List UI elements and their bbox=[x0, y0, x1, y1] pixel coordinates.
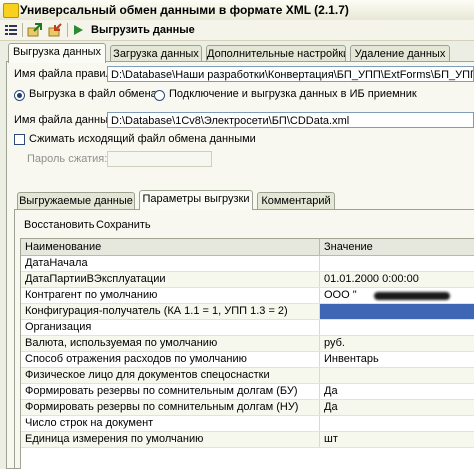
param-name-cell[interactable]: Валюта, используемая по умолчанию bbox=[21, 336, 320, 351]
table-row[interactable]: ДатаНачала bbox=[21, 256, 474, 272]
redacted-value bbox=[374, 292, 450, 300]
param-name-cell[interactable]: ДатаНачала bbox=[21, 256, 320, 271]
param-value-cell[interactable] bbox=[320, 320, 474, 335]
radio-export-to-file[interactable] bbox=[14, 90, 25, 101]
tab-export[interactable]: Выгрузка данных bbox=[8, 43, 106, 63]
compress-checkbox[interactable] bbox=[14, 134, 25, 145]
open-settings-icon bbox=[27, 23, 42, 37]
column-header-value[interactable]: Значение bbox=[320, 239, 474, 256]
param-name-cell[interactable]: Единица измерения по умолчанию bbox=[21, 432, 320, 447]
app-icon bbox=[3, 3, 19, 18]
window-title: Универсальный обмен данными в формате XM… bbox=[20, 3, 349, 17]
toolbar: Выгрузить данные bbox=[0, 20, 474, 41]
title-bar: Универсальный обмен данными в формате XM… bbox=[0, 0, 474, 21]
table-row[interactable]: Формировать резервы по сомнительным долг… bbox=[21, 384, 474, 400]
save-settings-button[interactable] bbox=[46, 22, 64, 38]
param-name-cell[interactable]: Число строк на документ bbox=[21, 416, 320, 431]
list-options-button[interactable] bbox=[2, 22, 20, 38]
param-value-cell[interactable]: руб. bbox=[320, 336, 474, 351]
param-name-cell[interactable]: Формировать резервы по сомнительным долг… bbox=[21, 400, 320, 415]
table-row[interactable]: Число строк на документ bbox=[21, 416, 474, 432]
password-field[interactable] bbox=[107, 151, 212, 167]
param-value-cell[interactable]: шт bbox=[320, 432, 474, 447]
table-row[interactable]: Единица измерения по умолчанию шт bbox=[21, 432, 474, 448]
radio-export-to-file-label: Выгрузка в файл обмена bbox=[29, 88, 157, 100]
param-value-cell[interactable] bbox=[320, 256, 474, 271]
param-value-cell[interactable]: Да bbox=[320, 400, 474, 415]
password-label: Пароль сжатия: bbox=[27, 153, 108, 165]
play-icon bbox=[74, 25, 83, 35]
param-name-cell[interactable]: Организация bbox=[21, 320, 320, 335]
rules-file-field[interactable]: D:\Database\Наши разработки\Конвертация\… bbox=[107, 66, 474, 82]
param-value-cell[interactable] bbox=[320, 416, 474, 431]
table-row[interactable]: Организация bbox=[21, 320, 474, 336]
param-name-cell[interactable]: Способ отражения расходов по умолчанию bbox=[21, 352, 320, 367]
params-table: Наименование Значение ДатаНачала ДатаПарт… bbox=[20, 238, 474, 469]
table-row[interactable]: Конфигурация-получатель (КА 1.1 = 1, УПП… bbox=[21, 304, 474, 320]
data-file-field[interactable]: D:\Database\1Cv8\Электросети\БП\CDData.x… bbox=[107, 112, 474, 128]
tab-exported-data[interactable]: Выгружаемые данные bbox=[17, 192, 135, 210]
table-row[interactable]: Физическое лицо для документов спецоснас… bbox=[21, 368, 474, 384]
table-row[interactable]: Способ отражения расходов по умолчанию Ин… bbox=[21, 352, 474, 368]
param-name-cell[interactable]: Физическое лицо для документов спецоснас… bbox=[21, 368, 320, 383]
table-row[interactable]: ДатаПартииВЭксплуатации 01.01.2000 0:00:0… bbox=[21, 272, 474, 288]
param-value-cell[interactable] bbox=[320, 304, 474, 319]
param-value-cell[interactable]: 01.01.2000 0:00:00 bbox=[320, 272, 474, 287]
radio-connect-export[interactable] bbox=[154, 90, 165, 101]
tab-export-params[interactable]: Параметры выгрузки bbox=[139, 190, 253, 210]
param-value-cell[interactable]: Да bbox=[320, 384, 474, 399]
run-export-label: Выгрузить данные bbox=[91, 24, 195, 36]
radio-connect-export-label: Подключение и выгрузка данных в ИБ прием… bbox=[169, 88, 417, 100]
param-name-cell[interactable]: Формировать резервы по сомнительным долг… bbox=[21, 384, 320, 399]
save-button[interactable]: Сохранить bbox=[96, 219, 151, 231]
column-header-name[interactable]: Наименование bbox=[21, 239, 320, 256]
data-file-label: Имя файла данных: bbox=[14, 114, 117, 126]
param-name-cell[interactable]: Конфигурация-получатель (КА 1.1 = 1, УПП… bbox=[21, 304, 320, 319]
param-value-cell[interactable]: Инвентарь bbox=[320, 352, 474, 367]
rules-file-label: Имя файла правил: bbox=[14, 68, 116, 80]
table-row[interactable]: Валюта, используемая по умолчанию руб. bbox=[21, 336, 474, 352]
table-row[interactable]: Контрагент по умолчанию ООО " bbox=[21, 288, 474, 304]
save-settings-icon bbox=[48, 23, 62, 37]
list-options-icon bbox=[5, 25, 17, 35]
param-name-cell[interactable]: Контрагент по умолчанию bbox=[21, 288, 320, 303]
compress-label: Сжимать исходящий файл обмена данными bbox=[29, 133, 256, 145]
table-row[interactable]: Формировать резервы по сомнительным долг… bbox=[21, 400, 474, 416]
param-value-cell[interactable] bbox=[320, 368, 474, 383]
tab-comment[interactable]: Комментарий bbox=[257, 192, 335, 210]
restore-button[interactable]: Восстановить bbox=[24, 219, 94, 231]
param-name-cell[interactable]: ДатаПартииВЭксплуатации bbox=[21, 272, 320, 287]
run-export-button[interactable]: Выгрузить данные bbox=[71, 22, 271, 38]
open-settings-button[interactable] bbox=[25, 22, 43, 38]
